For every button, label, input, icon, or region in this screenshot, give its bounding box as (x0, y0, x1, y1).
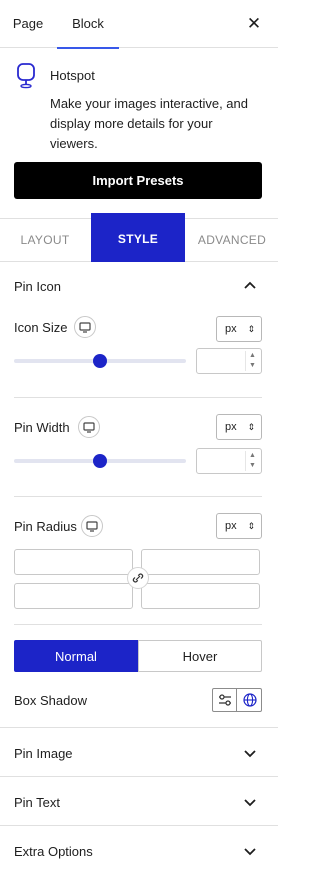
icon-size-label: Icon Size (14, 320, 68, 335)
pin-image-section-header[interactable]: Pin Image (0, 728, 278, 776)
tab-advanced[interactable]: ADVANCED (186, 219, 278, 262)
pin-width-label: Pin Width (14, 420, 70, 435)
chevron-down-icon (244, 750, 256, 758)
desktop-icon (79, 322, 91, 333)
sidebar-tabs: Page Block ✕ (0, 0, 278, 49)
tab-block[interactable]: Block (57, 0, 119, 49)
globe-icon (243, 693, 257, 707)
responsive-device-button[interactable] (81, 515, 103, 537)
pin-width-slider-thumb[interactable] (93, 454, 107, 468)
sort-arrows-icon: ⇕ (247, 324, 255, 334)
state-normal-button[interactable]: Normal (14, 640, 138, 672)
pin-radius-label: Pin Radius (14, 519, 77, 534)
divider (14, 397, 262, 398)
spinner-arrows-icon[interactable]: ▲ ▼ (245, 351, 259, 371)
pin-marker-icon (17, 63, 35, 89)
unit-value: px (225, 421, 237, 433)
block-description: Make your images interactive, and displa… (50, 96, 248, 151)
close-icon[interactable]: ✕ (244, 14, 264, 34)
spinner-arrows-icon[interactable]: ▲ ▼ (245, 451, 259, 471)
tab-style[interactable]: STYLE (91, 213, 185, 262)
unit-value: px (225, 520, 237, 532)
icon-size-number-input[interactable]: ▲ ▼ (196, 348, 262, 374)
tab-layout[interactable]: LAYOUT (0, 219, 90, 262)
block-card: Hotspot Make your images interactive, an… (0, 49, 278, 219)
shadow-settings-button[interactable] (213, 689, 237, 711)
chevron-down-icon (244, 848, 256, 856)
section-title-extra-options: Extra Options (14, 844, 93, 859)
unit-value: px (225, 323, 237, 335)
radius-top-left-input[interactable] (14, 549, 133, 575)
box-shadow-label: Box Shadow (14, 693, 87, 708)
responsive-device-button[interactable] (78, 416, 100, 438)
sort-arrows-icon: ⇕ (247, 422, 255, 432)
link-values-button[interactable] (127, 567, 149, 589)
pin-text-section-header[interactable]: Pin Text (0, 777, 278, 825)
icon-size-unit-select[interactable]: px ⇕ (216, 316, 262, 342)
pin-icon-section-header[interactable]: Pin Icon (0, 263, 278, 311)
box-shadow-controls (212, 688, 262, 712)
global-style-button[interactable] (238, 689, 262, 711)
tab-page[interactable]: Page (0, 0, 56, 48)
state-hover-button[interactable]: Hover (138, 640, 262, 672)
radius-top-right-input[interactable] (141, 549, 260, 575)
desktop-icon (83, 422, 95, 433)
chevron-up-icon (244, 281, 256, 289)
pin-radius-unit-select[interactable]: px ⇕ (216, 513, 262, 539)
import-presets-button[interactable]: Import Presets (14, 162, 262, 199)
pin-width-unit-select[interactable]: px ⇕ (216, 414, 262, 440)
section-title-pin-text: Pin Text (14, 795, 61, 810)
block-title: Hotspot (50, 68, 95, 83)
sort-arrows-icon: ⇕ (247, 521, 255, 531)
radius-bottom-left-input[interactable] (14, 583, 133, 609)
pin-width-number-input[interactable]: ▲ ▼ (196, 448, 262, 474)
settings-tabs: LAYOUT STYLE ADVANCED (0, 213, 278, 262)
section-title-pin-icon: Pin Icon (14, 279, 61, 294)
section-title-pin-image: Pin Image (14, 746, 73, 761)
divider (14, 496, 262, 497)
icon-size-slider-thumb[interactable] (93, 354, 107, 368)
sliders-icon (219, 694, 231, 706)
desktop-icon (86, 521, 98, 532)
chevron-down-icon (244, 799, 256, 807)
responsive-device-button[interactable] (74, 316, 96, 338)
extra-options-section-header[interactable]: Extra Options (0, 826, 278, 874)
divider (14, 624, 262, 625)
radius-bottom-right-input[interactable] (141, 583, 260, 609)
link-icon (132, 573, 144, 583)
